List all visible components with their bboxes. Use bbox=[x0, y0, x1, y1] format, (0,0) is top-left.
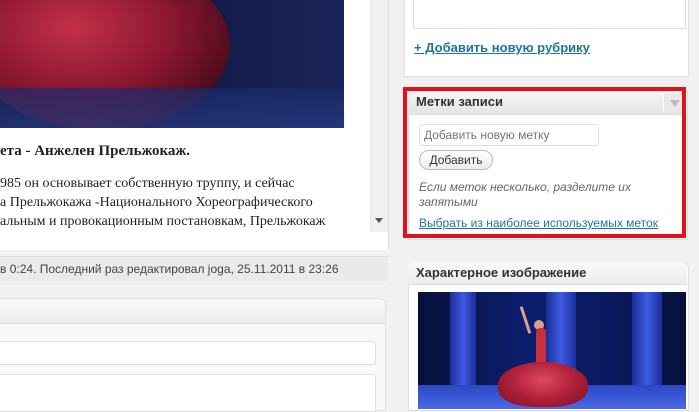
choose-popular-tags-link[interactable]: Выбрать из наиболее используемых меток bbox=[419, 216, 658, 230]
lower-panel-header[interactable] bbox=[0, 299, 385, 324]
editor-text-line: 985 он основывает собственную труппу, и … bbox=[0, 176, 295, 191]
add-tag-button[interactable]: Добавить bbox=[419, 150, 493, 170]
tags-hint-text: Если меток несколько, разделите их запят… bbox=[419, 180, 631, 209]
editor-text-line: альным и провокационным постановкам, Пре… bbox=[0, 214, 326, 229]
lower-text-field[interactable] bbox=[0, 341, 376, 365]
add-new-category-link[interactable]: + Добавить новую рубрику bbox=[414, 40, 590, 55]
post-editor[interactable]: ета - Анжелен Прельжокаж. 985 он основыв… bbox=[0, 0, 389, 250]
lower-meta-panel bbox=[0, 298, 386, 412]
collapse-toggle-icon[interactable] bbox=[663, 94, 684, 112]
editor-heading-text: ета - Анжелен Прельжокаж. bbox=[0, 143, 191, 159]
categories-list[interactable] bbox=[413, 0, 686, 29]
dancer-skirt bbox=[498, 362, 588, 407]
scroll-down-arrow-icon[interactable] bbox=[375, 218, 383, 223]
editor-inline-photo bbox=[0, 0, 344, 128]
photo-floor bbox=[0, 88, 344, 128]
categories-box bbox=[404, 0, 689, 77]
featured-image-thumbnail[interactable] bbox=[418, 292, 686, 409]
tags-metabox-title: Метки записи bbox=[416, 94, 503, 109]
editor-scrollbar[interactable] bbox=[370, 0, 388, 232]
last-edited-status: в 0:24. Последний раз редактировал joga,… bbox=[0, 256, 388, 281]
new-tag-input[interactable] bbox=[419, 124, 599, 146]
editor-text-line: а Прельжокажа -Национального Хореографич… bbox=[0, 195, 313, 210]
featured-image-title: Характерное изображение bbox=[416, 265, 587, 280]
dancer-arm bbox=[519, 306, 532, 334]
lower-textarea[interactable] bbox=[0, 374, 376, 412]
